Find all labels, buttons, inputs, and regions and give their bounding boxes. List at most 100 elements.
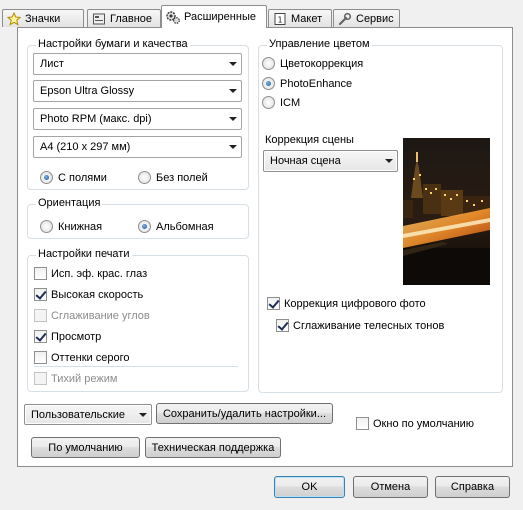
photoenhance-radio[interactable]: PhotoEnhance <box>262 77 352 90</box>
paper-quality-title: Настройки бумаги и качества <box>36 38 190 50</box>
skin-tone-smoothing-label: Сглаживание телесных тонов <box>293 319 445 332</box>
edge-smoothing-checkbox: Сглаживание углов <box>34 309 150 322</box>
print-quality-select[interactable]: Photo RPM (макс. dpi) <box>33 108 242 130</box>
red-eye-checkbox[interactable]: Исп. эф. крас. глаз <box>34 267 147 280</box>
tech-support-button[interactable]: Техническая поддержка <box>145 437 281 458</box>
paper-size-value: A4 (210 x 297 мм) <box>40 141 131 153</box>
portrait-label: Книжная <box>58 220 103 233</box>
svg-text:1: 1 <box>278 15 283 24</box>
photoenhance-label: PhotoEnhance <box>280 77 353 90</box>
tab-main-label: Главное <box>110 12 153 25</box>
borderless-label: Без полей <box>156 171 208 184</box>
skin-tone-smoothing-checkbox[interactable]: Сглаживание телесных тонов <box>276 319 444 332</box>
tab-icons[interactable]: Значки <box>2 9 84 27</box>
color-management-title: Управление цветом <box>267 38 372 50</box>
defaults-button[interactable]: По умолчанию <box>31 437 140 458</box>
edge-smoothing-label: Сглаживание углов <box>51 309 150 322</box>
save-delete-settings-button[interactable]: Сохранить/удалить настройки... <box>156 403 333 424</box>
checkbox-indicator <box>276 319 289 332</box>
quiet-mode-checkbox: Тихий режим <box>34 372 117 385</box>
ok-label: OK <box>301 481 318 493</box>
radio-indicator <box>262 57 275 70</box>
media-type-select[interactable]: Epson Ultra Glossy <box>33 80 242 102</box>
preview-checkbox[interactable]: Просмотр <box>34 330 101 343</box>
checkbox-indicator <box>34 372 47 385</box>
main-settings-icon <box>91 12 107 26</box>
tab-advanced[interactable]: Расширенные <box>161 5 267 28</box>
default-window-checkbox[interactable]: Окно по умолчанию <box>356 417 474 430</box>
high-speed-label: Высокая скорость <box>51 288 144 301</box>
checkbox-indicator <box>267 297 280 310</box>
chevron-down-icon <box>229 117 237 121</box>
color-controls-label: Цветокоррекция <box>280 57 364 70</box>
grayscale-checkbox[interactable]: Оттенки серого <box>34 351 129 364</box>
red-eye-label: Исп. эф. крас. глаз <box>51 267 148 280</box>
tab-service-label: Сервис <box>356 12 394 25</box>
paper-source-value: Лист <box>40 58 64 70</box>
landscape-radio[interactable]: Альбомная <box>138 220 214 233</box>
chevron-down-icon <box>229 89 237 93</box>
radio-indicator <box>40 220 53 233</box>
advanced-panel: Настройки бумаги и качества Лист Epson U… <box>17 27 513 467</box>
borderless-radio[interactable]: Без полей <box>138 171 208 184</box>
default-window-label: Окно по умолчанию <box>373 417 475 430</box>
radio-indicator <box>138 220 151 233</box>
star-icon <box>6 11 22 26</box>
grayscale-label: Оттенки серого <box>51 351 130 364</box>
scene-correction-value: Ночная сцена <box>270 155 341 167</box>
cancel-label: Отмена <box>370 481 411 493</box>
chevron-down-icon <box>229 62 237 66</box>
print-settings-title: Настройки печати <box>36 248 132 260</box>
quiet-mode-label: Тихий режим <box>51 372 118 385</box>
with-margins-radio[interactable]: С полями <box>40 171 107 184</box>
scene-correction-select[interactable]: Ночная сцена <box>263 150 398 172</box>
checkbox-indicator <box>34 309 47 322</box>
portrait-radio[interactable]: Книжная <box>40 220 102 233</box>
chevron-down-icon <box>385 159 393 163</box>
orientation-title: Ориентация <box>36 197 103 209</box>
digital-photo-correction-label: Коррекция цифрового фото <box>284 297 426 310</box>
tab-strip: Значки Главное Расширенные 1 Макет Серви… <box>0 0 523 28</box>
icm-radio[interactable]: ICM <box>262 96 300 109</box>
media-type-value: Epson Ultra Glossy <box>40 85 135 97</box>
help-button[interactable]: Справка <box>435 476 510 498</box>
tab-service[interactable]: Сервис <box>333 9 400 27</box>
print-quality-value: Photo RPM (макс. dpi) <box>40 113 152 125</box>
tech-support-label: Техническая поддержка <box>151 441 275 454</box>
radio-indicator <box>40 171 53 184</box>
checkbox-indicator <box>34 351 47 364</box>
paper-size-select[interactable]: A4 (210 x 297 мм) <box>33 136 242 158</box>
night-scene-preview-image <box>403 138 490 285</box>
tab-main[interactable]: Главное <box>87 9 161 27</box>
paper-source-select[interactable]: Лист <box>33 53 242 75</box>
tab-advanced-label: Расширенные <box>184 11 256 23</box>
icm-label: ICM <box>280 96 301 109</box>
with-margins-label: С полями <box>58 171 107 184</box>
print-settings-divider <box>34 366 238 367</box>
save-delete-settings-label: Сохранить/удалить настройки... <box>162 407 326 420</box>
checkbox-indicator <box>34 330 47 343</box>
ok-button[interactable]: OK <box>274 476 345 498</box>
color-controls-radio[interactable]: Цветокоррекция <box>262 57 363 70</box>
preset-select[interactable]: Пользовательские <box>24 404 152 425</box>
wrench-icon <box>337 12 353 26</box>
help-label: Справка <box>450 481 495 493</box>
scene-correction-label: Коррекция сцены <box>265 134 354 146</box>
radio-indicator <box>262 77 275 90</box>
tab-layout-label: Макет <box>291 12 323 25</box>
checkbox-indicator <box>356 417 369 430</box>
radio-indicator <box>138 171 151 184</box>
defaults-label: По умолчанию <box>48 441 123 454</box>
high-speed-checkbox[interactable]: Высокая скорость <box>34 288 143 301</box>
landscape-label: Альбомная <box>156 220 214 233</box>
preview-label: Просмотр <box>51 330 102 343</box>
tab-icons-label: Значки <box>25 12 61 25</box>
cancel-button[interactable]: Отмена <box>353 476 428 498</box>
digital-photo-correction-checkbox[interactable]: Коррекция цифрового фото <box>267 297 426 310</box>
checkbox-indicator <box>34 288 47 301</box>
gears-icon <box>165 10 181 24</box>
preset-value: Пользовательские <box>31 408 125 421</box>
tab-layout[interactable]: 1 Макет <box>268 9 332 27</box>
layout-page-icon: 1 <box>272 12 288 26</box>
chevron-down-icon <box>229 145 237 149</box>
